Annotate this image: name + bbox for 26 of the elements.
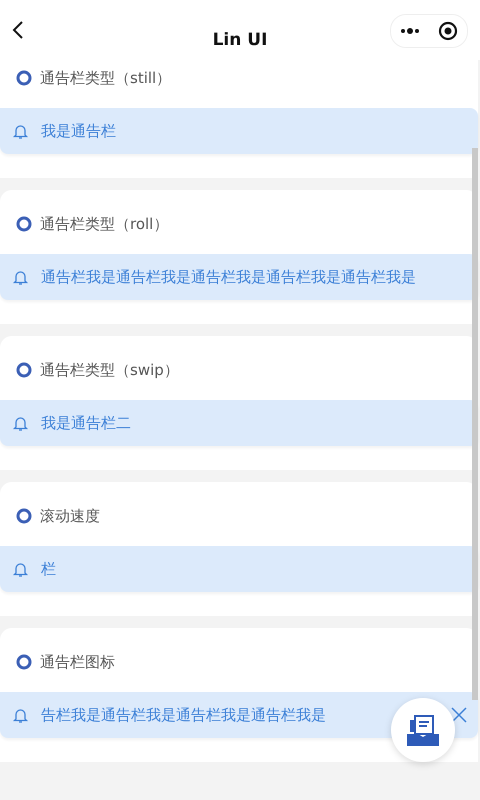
section-title: 通告栏类型（still） [40,68,172,88]
section-title: 滚动速度 [40,506,100,526]
ring-icon [16,216,32,232]
ring-icon [16,654,32,670]
more-icon[interactable] [400,28,420,34]
ring-icon [16,362,32,378]
inbox-icon [406,714,440,746]
notice-text: 我是通告栏 [41,122,116,140]
section-title: 通告栏图标 [40,652,115,672]
bell-icon [12,560,29,578]
section-title: 通告栏类型（roll） [40,214,168,234]
notice-text: 告栏我是通告栏我是通告栏我是通告栏我是 [41,706,326,724]
bell-icon [12,706,29,724]
page-title: Lin UI [212,30,268,50]
close-icon[interactable] [450,706,468,724]
section-title: 通告栏类型（swip） [40,360,179,380]
bell-icon [12,414,29,432]
ring-icon [16,70,32,86]
bell-icon [12,122,29,140]
back-icon[interactable] [12,20,24,40]
bell-icon [12,268,29,286]
ring-icon [16,508,32,524]
notice-text: 我是通告栏二 [41,414,131,432]
notice-text: 栏 [41,560,56,578]
notice-text: 通告栏我是通告栏我是通告栏我是通告栏我是通告栏我是 [41,268,416,286]
target-icon[interactable] [438,21,458,41]
